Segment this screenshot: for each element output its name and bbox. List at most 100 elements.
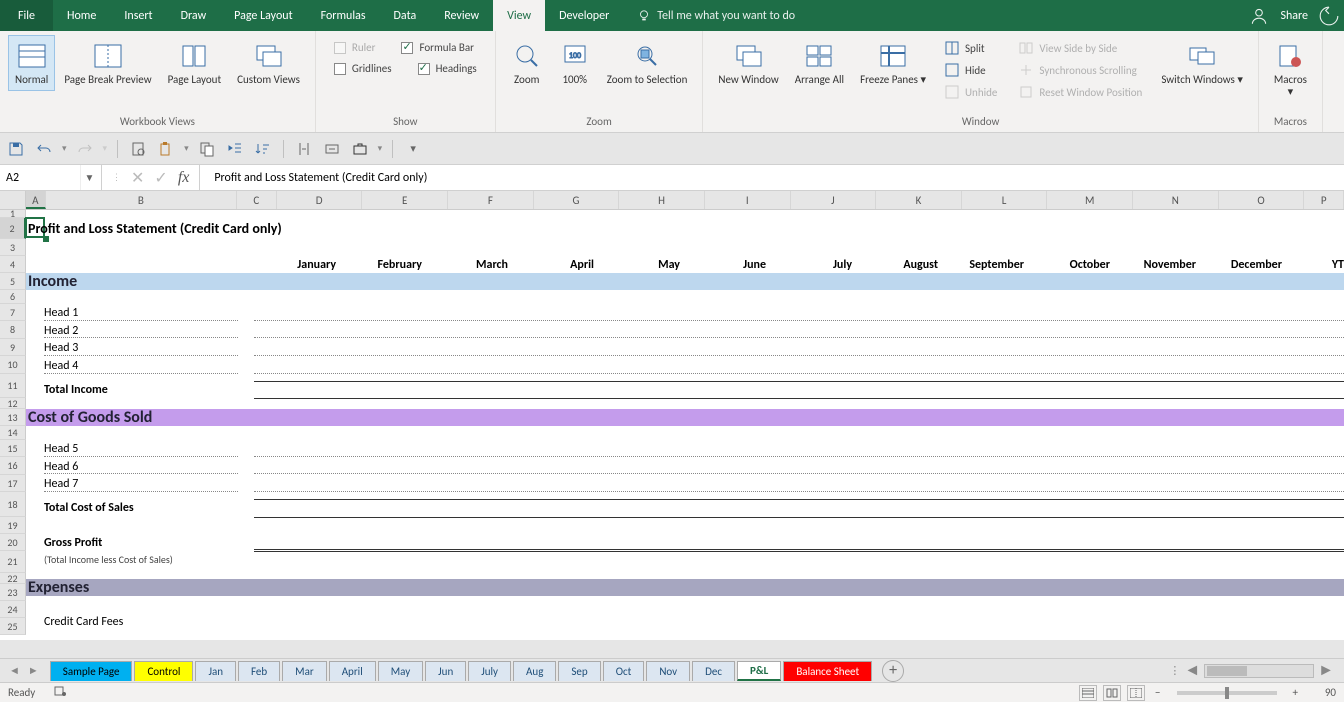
tab-file[interactable]: File: [0, 0, 53, 31]
zoom-button[interactable]: Zoom: [504, 35, 550, 91]
page-layout-view-icon[interactable]: [1103, 685, 1121, 701]
sheet-tab-sample-page[interactable]: Sample Page: [50, 661, 133, 681]
tab-insert[interactable]: Insert: [110, 0, 166, 31]
tab-developer[interactable]: Developer: [545, 0, 623, 31]
sheet-tab-aug[interactable]: Aug: [513, 661, 556, 681]
sort-button[interactable]: [253, 139, 273, 159]
freeze-panes-button[interactable]: Freeze Panes ▾: [853, 35, 933, 91]
row-header-17[interactable]: 17: [0, 475, 26, 492]
sheet-tab-feb[interactable]: Feb: [238, 661, 280, 681]
tab-nav-next[interactable]: ►: [25, 664, 42, 677]
name-box[interactable]: ▼: [0, 165, 102, 190]
sheet-tab-jun[interactable]: Jun: [425, 661, 466, 681]
decrease-indent-button[interactable]: [225, 139, 245, 159]
ruler-checkbox[interactable]: Ruler: [330, 39, 380, 56]
sheet-tab-july[interactable]: July: [468, 661, 511, 681]
sheet-tab-april[interactable]: April: [329, 661, 376, 681]
col-header-N[interactable]: N: [1133, 191, 1219, 209]
fx-icon[interactable]: fx: [178, 169, 190, 187]
custom-views-button[interactable]: Custom Views: [230, 35, 307, 91]
sheet-tab-balance-sheet[interactable]: Balance Sheet: [783, 661, 872, 681]
row-header-5[interactable]: 5: [0, 273, 26, 290]
row-header-9[interactable]: 9: [0, 339, 26, 356]
col-header-D[interactable]: D: [277, 191, 363, 209]
tab-formulas[interactable]: Formulas: [307, 0, 380, 31]
spreadsheet-grid[interactable]: 1234567891011121314151617181920212223242…: [0, 210, 1344, 640]
sheet-tab-mar[interactable]: Mar: [282, 661, 327, 681]
sheet-tab-dec[interactable]: Dec: [692, 661, 735, 681]
unhide-button[interactable]: Unhide: [941, 83, 1001, 101]
history-icon[interactable]: [1318, 5, 1340, 27]
row-header-25[interactable]: 25: [0, 618, 26, 635]
col-header-K[interactable]: K: [876, 191, 962, 209]
row-header-2[interactable]: 2: [0, 218, 26, 239]
row-header-19[interactable]: 19: [0, 517, 26, 534]
arrange-all-button[interactable]: Arrange All: [788, 35, 851, 91]
headings-checkbox[interactable]: Headings: [414, 60, 481, 77]
gridlines-checkbox[interactable]: Gridlines: [330, 60, 396, 77]
tab-draw[interactable]: Draw: [167, 0, 221, 31]
row-header-6[interactable]: 6: [0, 290, 26, 304]
paste-button[interactable]: [156, 139, 176, 159]
save-button[interactable]: [6, 139, 26, 159]
normal-view-icon[interactable]: [1079, 685, 1097, 701]
new-window-button[interactable]: New Window: [711, 35, 785, 91]
zoom-100-button[interactable]: 100100%: [552, 35, 598, 91]
tab-home[interactable]: Home: [53, 0, 110, 31]
redo-button[interactable]: [75, 139, 95, 159]
tab-nav-prev[interactable]: ◄: [6, 664, 23, 677]
row-header-21[interactable]: 21: [0, 551, 26, 573]
sheet-tab-may[interactable]: May: [378, 661, 423, 681]
row-header-12[interactable]: 12: [0, 398, 26, 409]
row-header-10[interactable]: 10: [0, 356, 26, 374]
page-layout-button[interactable]: Page Layout: [161, 35, 229, 91]
row-header-3[interactable]: 3: [0, 239, 26, 256]
tab-data[interactable]: Data: [380, 0, 431, 31]
share-button[interactable]: Share: [1248, 5, 1308, 27]
zoom-out-button[interactable]: −: [1151, 686, 1164, 699]
cancel-icon[interactable]: ✕: [131, 168, 144, 188]
col-header-I[interactable]: I: [705, 191, 791, 209]
col-header-P[interactable]: P: [1304, 191, 1344, 209]
sheet-tab-jan[interactable]: Jan: [195, 661, 236, 681]
col-header-C[interactable]: C: [237, 191, 277, 209]
split-button[interactable]: Split: [941, 39, 1001, 57]
zoom-in-button[interactable]: +: [1289, 686, 1302, 699]
hide-button[interactable]: Hide: [941, 61, 1001, 79]
row-header-13[interactable]: 13: [0, 409, 26, 426]
row-header-18[interactable]: 18: [0, 492, 26, 517]
col-header-O[interactable]: O: [1219, 191, 1305, 209]
sheet-tab-oct[interactable]: Oct: [603, 661, 645, 681]
tell-me[interactable]: Tell me what you want to do: [637, 9, 795, 23]
synchronous-scrolling-button[interactable]: Synchronous Scrolling: [1015, 61, 1146, 79]
macros-button[interactable]: Macros▾: [1267, 35, 1314, 103]
formula-bar-checkbox[interactable]: Formula Bar: [397, 39, 477, 56]
zoom-to-selection-button[interactable]: Zoom to Selection: [600, 35, 695, 91]
col-header-M[interactable]: M: [1047, 191, 1133, 209]
sheet-tab-p-l[interactable]: P&L: [737, 661, 781, 681]
col-header-J[interactable]: J: [791, 191, 877, 209]
autofit-button[interactable]: [294, 139, 314, 159]
row-header-4[interactable]: 4: [0, 256, 26, 273]
row-header-15[interactable]: 15: [0, 440, 26, 457]
row-header-1[interactable]: 1: [0, 210, 26, 218]
undo-button[interactable]: [34, 139, 54, 159]
hscroll-left[interactable]: ◄: [1184, 661, 1200, 680]
row-header-8[interactable]: 8: [0, 321, 26, 339]
sheet-tab-sep[interactable]: Sep: [558, 661, 600, 681]
row-header-14[interactable]: 14: [0, 426, 26, 440]
print-preview-button[interactable]: [128, 139, 148, 159]
name-box-dropdown[interactable]: ▼: [80, 165, 98, 190]
tab-review[interactable]: Review: [430, 0, 493, 31]
formula-input[interactable]: [200, 165, 1344, 190]
name-box-input[interactable]: [0, 171, 80, 185]
add-sheet-button[interactable]: +: [882, 660, 904, 682]
view-side-by-side-button[interactable]: View Side by Side: [1015, 39, 1146, 57]
horizontal-scrollbar[interactable]: [1204, 664, 1314, 678]
briefcase-button[interactable]: [350, 139, 370, 159]
row-header-16[interactable]: 16: [0, 457, 26, 475]
sheet-tab-control[interactable]: Control: [134, 661, 193, 681]
row-header-22[interactable]: 22: [0, 573, 26, 584]
merge-button[interactable]: [322, 139, 342, 159]
macro-record-icon[interactable]: [53, 684, 67, 701]
